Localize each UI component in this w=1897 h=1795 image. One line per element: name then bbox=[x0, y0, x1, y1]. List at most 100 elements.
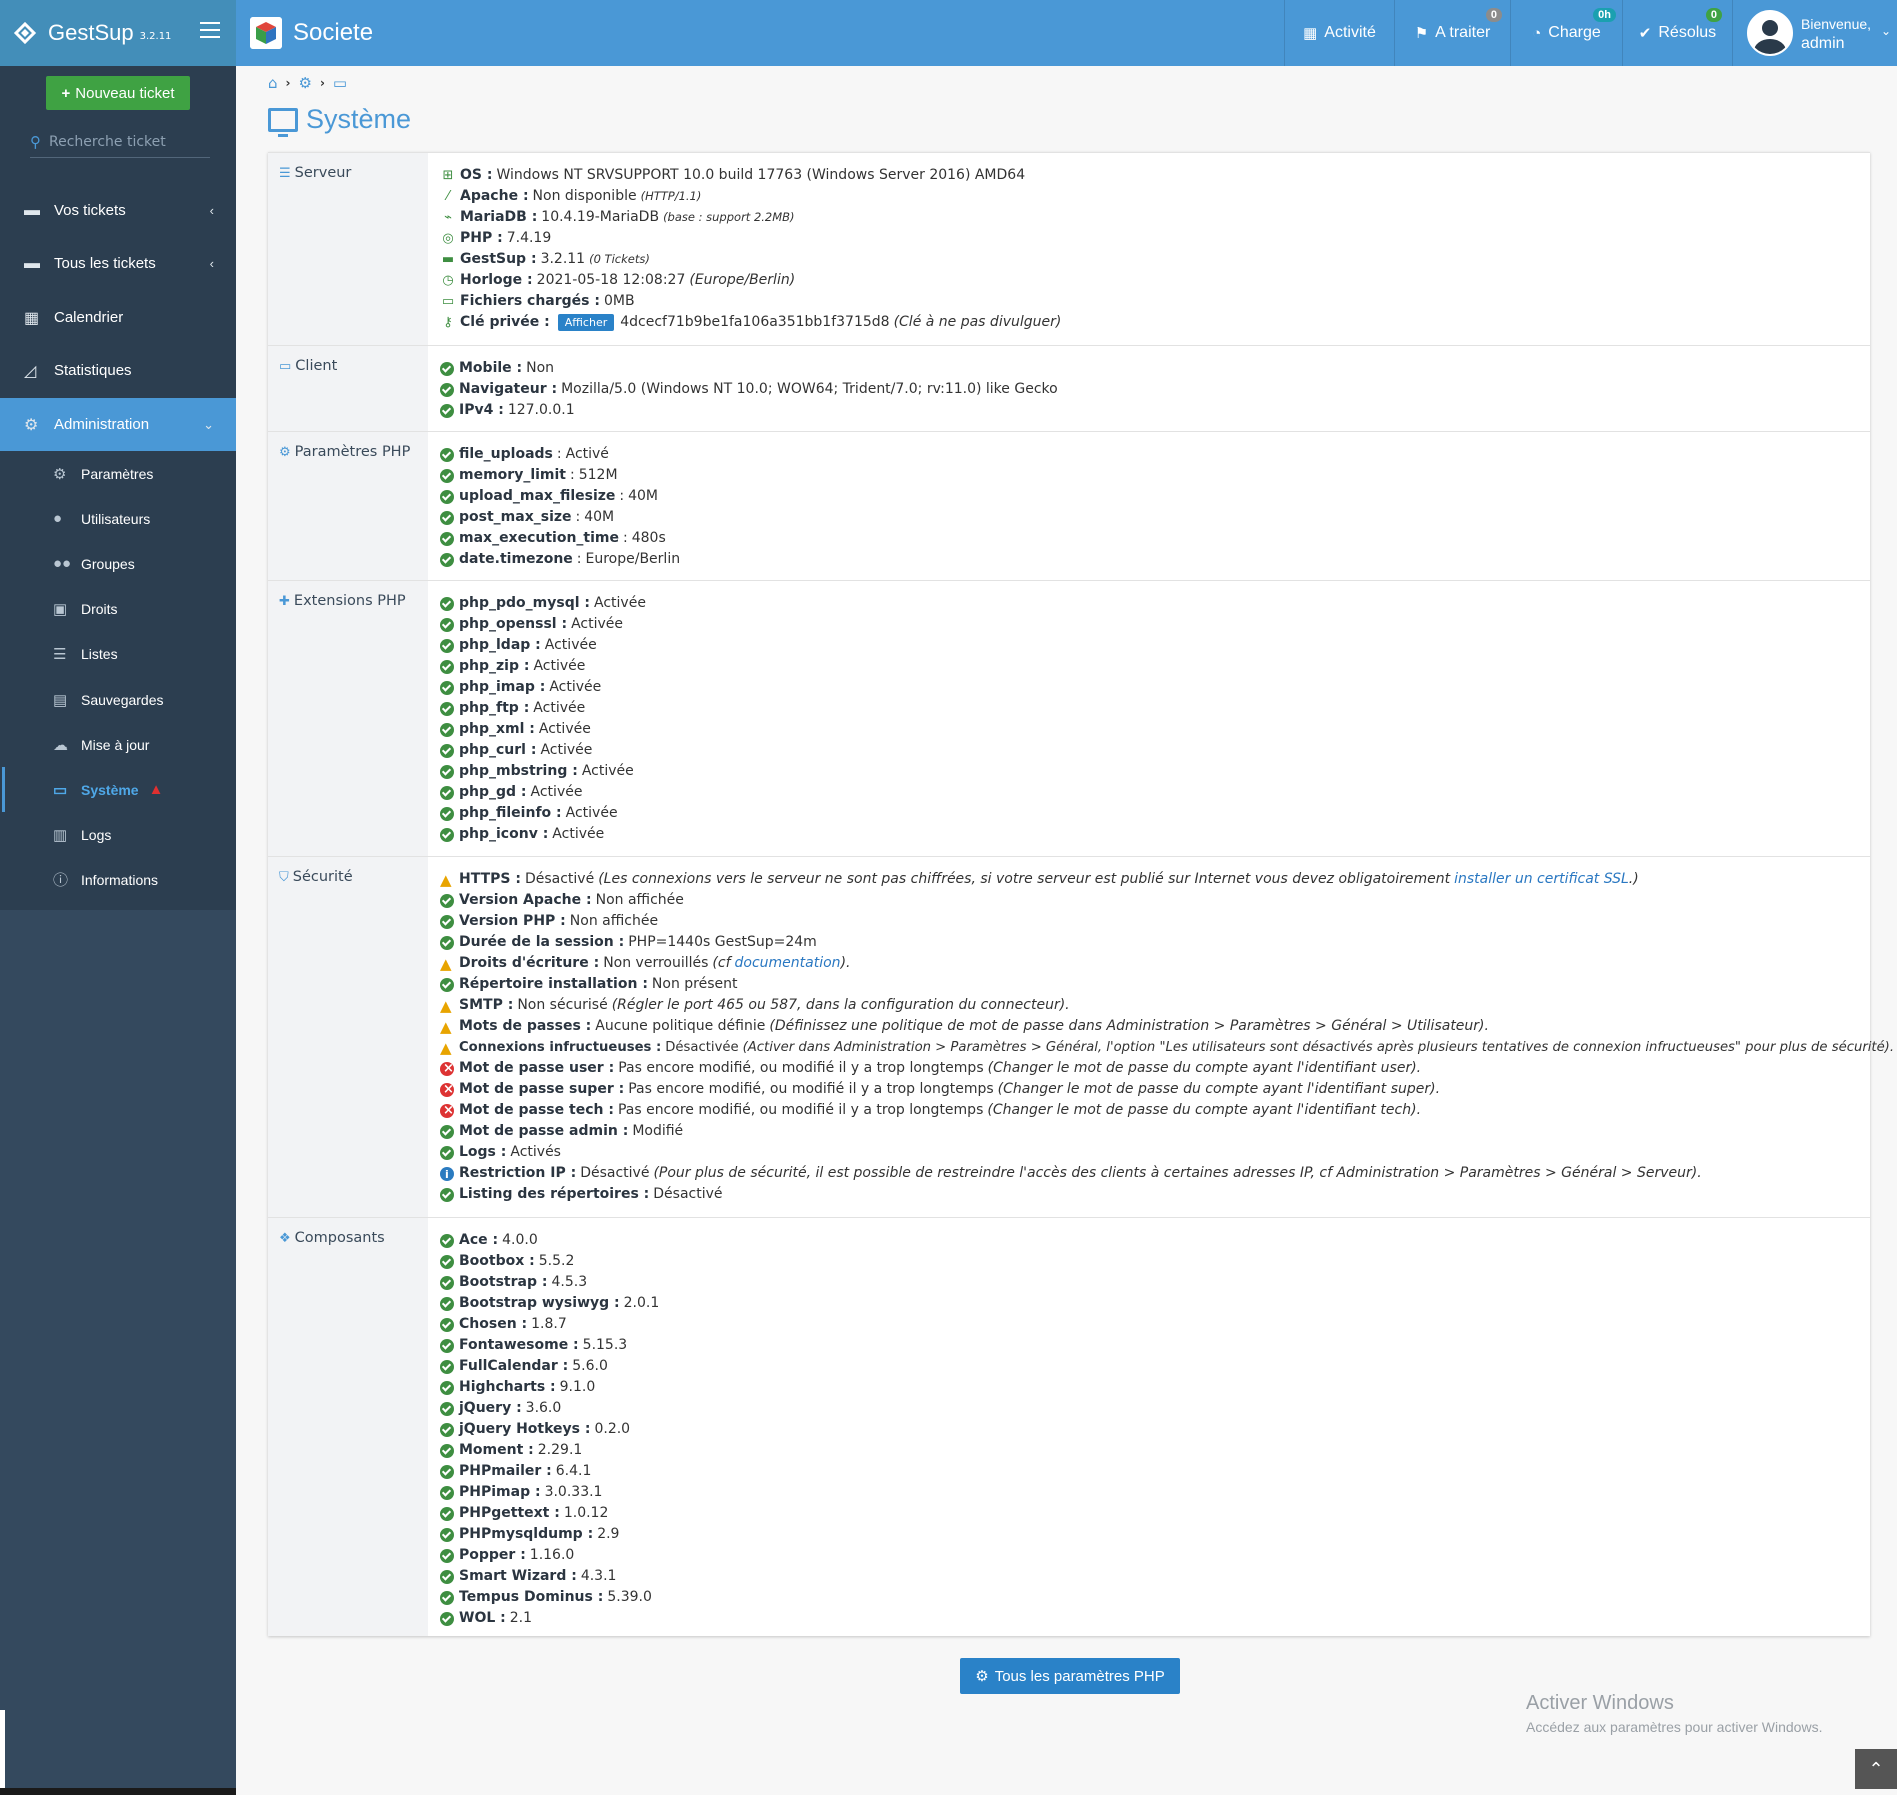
list-item: jQuery Hotkeys :0.2.0 bbox=[440, 1419, 1860, 1440]
row-value: Activé bbox=[565, 446, 609, 462]
list-item: max_execution_time:480s bbox=[440, 528, 1860, 549]
row-key: max_execution_time bbox=[459, 530, 620, 546]
check-circle-icon bbox=[440, 1254, 454, 1269]
ssl-link[interactable]: installer un certificat SSL bbox=[1454, 869, 1629, 890]
home-icon[interactable]: ⌂ bbox=[268, 74, 278, 92]
sidebar-item-statistiques[interactable]: ◿ Statistiques bbox=[0, 344, 236, 397]
sidebar-item-tous-tickets[interactable]: ▬ Tous les tickets ‹ bbox=[0, 237, 236, 290]
gestsup-logo-icon bbox=[13, 21, 37, 45]
list-item: ▲ HTTPS : Désactivé (Les connexions vers le… bbox=[440, 869, 1860, 890]
nav-charge[interactable]: ◔ Charge 0h bbox=[1510, 0, 1622, 66]
documentation-link[interactable]: documentation bbox=[735, 953, 841, 974]
error-circle-icon bbox=[440, 1058, 454, 1079]
scroll-to-top-button[interactable]: ⌃ bbox=[1855, 1749, 1897, 1789]
list-item: php_mbstring : Activée bbox=[440, 761, 1860, 782]
row-key: date.timezone bbox=[459, 551, 573, 567]
row-key: php_ftp : bbox=[459, 700, 530, 716]
check-circle-icon bbox=[440, 531, 454, 546]
nav-activite[interactable]: ▦ Activité bbox=[1284, 0, 1394, 66]
check-circle-icon bbox=[440, 489, 454, 504]
info-icon: ⓘ bbox=[53, 872, 69, 889]
desktop-icon[interactable]: ▭ bbox=[333, 74, 347, 92]
search-ticket-input[interactable]: ⚲ Recherche ticket bbox=[30, 126, 210, 158]
row-value: 2.1 bbox=[509, 1610, 533, 1626]
row-value: Désactivée bbox=[665, 1040, 739, 1055]
row-key: Version PHP : bbox=[459, 913, 566, 929]
sidebar-sub-listes[interactable]: ☰ Listes bbox=[0, 631, 236, 676]
list-item: Version PHP : Non affichée bbox=[440, 911, 1860, 932]
row-value: 4.3.1 bbox=[580, 1568, 617, 1584]
list-item: Mobile : Non bbox=[440, 358, 1860, 379]
row-note: (0 Tickets) bbox=[589, 252, 650, 266]
show-key-button[interactable]: Afficher bbox=[557, 314, 615, 331]
gears-icon: ⚙ bbox=[975, 1668, 989, 1685]
sidebar-item-vos-tickets[interactable]: ▬ Vos tickets ‹ bbox=[0, 184, 236, 237]
list-item: Restriction IP :Désactivé(Pour plus de s… bbox=[440, 1163, 1860, 1185]
list-item: Bootstrap wysiwyg :2.0.1 bbox=[440, 1293, 1860, 1314]
page-title-text: Système bbox=[306, 104, 412, 134]
users-icon: ●● bbox=[53, 555, 72, 572]
sidebar-sub-parametres[interactable]: ⚙ Paramètres bbox=[0, 451, 236, 496]
taskbar-strip bbox=[0, 1788, 236, 1795]
row-value: Activée bbox=[571, 616, 623, 632]
check-circle-icon bbox=[440, 1338, 454, 1353]
row-value: Activée bbox=[533, 700, 586, 716]
search-placeholder: Recherche ticket bbox=[49, 133, 166, 150]
ticket-icon: ▬ bbox=[24, 254, 40, 272]
sidebar-sub-logs[interactable]: ▥ Logs bbox=[0, 812, 236, 857]
row-key: HTTPS : bbox=[459, 871, 521, 887]
menu-toggle-icon[interactable] bbox=[200, 22, 220, 43]
sidebar-item-calendrier[interactable]: ▦ Calendrier bbox=[0, 291, 236, 344]
section-label: ✚ Extensions PHP bbox=[279, 593, 406, 609]
list-item: file_uploads: Activé bbox=[440, 444, 1860, 465]
section-label-text: Extensions PHP bbox=[293, 593, 406, 609]
new-ticket-button[interactable]: + Nouveau ticket bbox=[46, 76, 190, 110]
sub-label: Paramètres bbox=[81, 465, 154, 482]
list-item: Mot de passe admin : Modifié bbox=[440, 1121, 1860, 1142]
check-circle-icon bbox=[440, 510, 454, 525]
sidebar-sub-systeme[interactable]: ▭ Système ▲ bbox=[0, 767, 236, 812]
sidebar-sub-droits[interactable]: ▣ Droits bbox=[0, 586, 236, 631]
check-circle-icon bbox=[440, 1380, 454, 1395]
row-key: Horloge : bbox=[460, 272, 533, 288]
check-circle-icon bbox=[440, 1401, 454, 1416]
sidebar-sub-mise-a-jour[interactable]: ☁ Mise à jour bbox=[0, 722, 236, 767]
row-sep: : bbox=[556, 446, 562, 462]
check-circle-icon bbox=[440, 1464, 454, 1479]
check-circle-icon bbox=[440, 827, 454, 842]
sidebar-sub-sauvegardes[interactable]: ▤ Sauvegardes bbox=[0, 677, 236, 722]
list-item: ▲ Connexions infructueuses : Désactivée (Ac… bbox=[440, 1037, 1894, 1058]
section-label-text: Paramètres PHP bbox=[294, 444, 411, 460]
row-value: Désactivé bbox=[580, 1165, 650, 1181]
check-circle-icon bbox=[440, 1548, 454, 1563]
gears-icon[interactable]: ⚙ bbox=[298, 74, 311, 92]
puzzle-icon: ✚ bbox=[279, 593, 290, 609]
button-label: Tous les paramètres PHP bbox=[994, 1667, 1165, 1685]
row-value: Aucune politique définie bbox=[595, 1018, 766, 1034]
list-item: ▭ Fichiers chargés :0MB bbox=[440, 291, 1860, 312]
sidebar-sub-informations[interactable]: ⓘ Informations bbox=[0, 857, 236, 902]
section-rows: Ace :4.0.0 Bootbox :5.5.2 Bootstrap :4.5.3… bbox=[440, 1230, 1860, 1629]
list-item: php_xml : Activée bbox=[440, 719, 1860, 740]
check-circle-icon bbox=[440, 722, 454, 737]
nav-a-traiter[interactable]: ⚑ A traiter 0 bbox=[1394, 0, 1510, 66]
row-value: 4dcecf71b9be1fa106a351bb1f3715d8 bbox=[620, 314, 890, 330]
list-item: Durée de la session : PHP=1440s GestSup=2… bbox=[440, 932, 1860, 953]
all-php-settings-button[interactable]: ⚙ Tous les paramètres PHP bbox=[960, 1658, 1180, 1694]
sidebar-sub-groupes[interactable]: ●● Groupes bbox=[0, 541, 236, 586]
row-value: Activée bbox=[544, 637, 597, 653]
row-note: (base : support 2.2MB) bbox=[663, 210, 795, 224]
section-composants: ❖ Composants Ace :4.0.0 Bootbox :5.5.2 Boot… bbox=[268, 1217, 1870, 1636]
list-item: php_ldap : Activée bbox=[440, 635, 1860, 656]
nav-resolus[interactable]: ✔ Résolus 0 bbox=[1622, 0, 1732, 66]
user-menu[interactable]: Bienvenue, admin ⌄ bbox=[1732, 0, 1897, 66]
sidebar-item-administration[interactable]: ⚙ Administration ⌄ bbox=[0, 398, 236, 451]
list-item: php_gd : Activée bbox=[440, 782, 1860, 803]
sidebar-sub-utilisateurs[interactable]: ● Utilisateurs bbox=[0, 496, 236, 541]
row-key: Navigateur : bbox=[459, 381, 558, 397]
list-item: upload_max_filesize:40M bbox=[440, 486, 1860, 507]
row-note: (Pour plus de sécurité, il est possible … bbox=[653, 1165, 1702, 1181]
check-circle-icon bbox=[440, 785, 454, 800]
row-value: 40M bbox=[628, 488, 659, 504]
ticket-icon: ▬ bbox=[24, 201, 40, 219]
